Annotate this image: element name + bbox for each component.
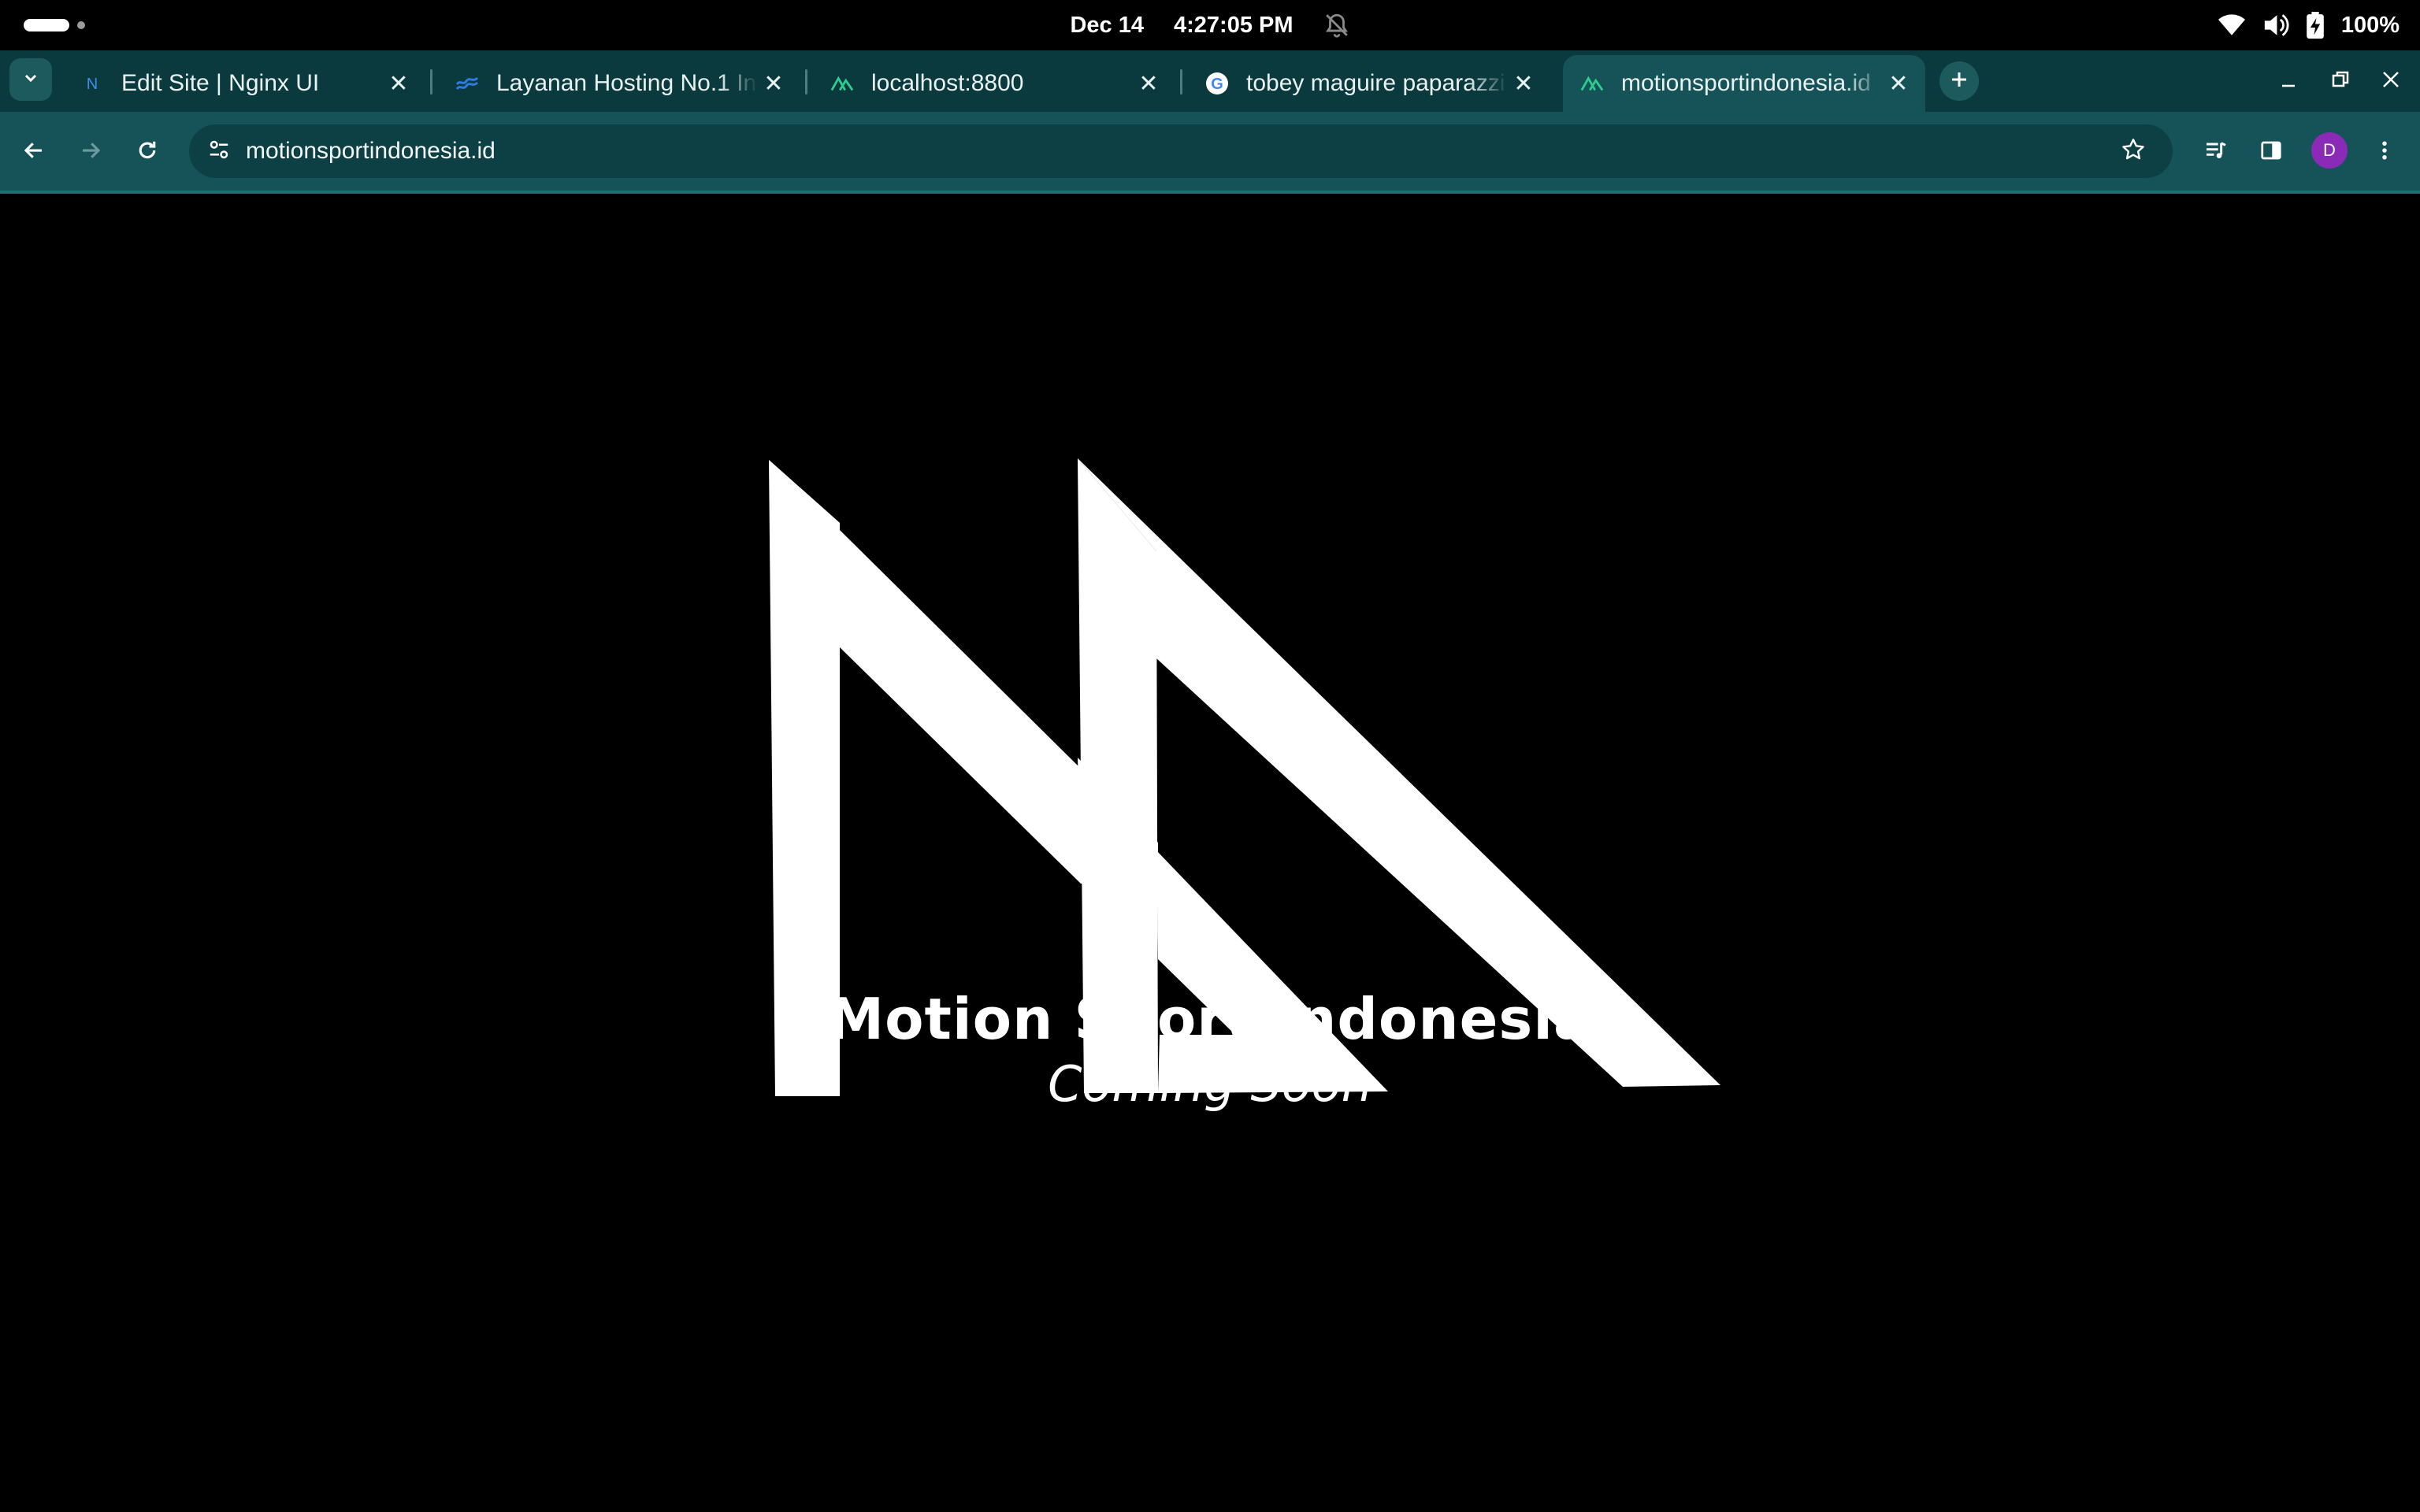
browser-toolbar: motionsportindonesia.id D [0,112,2420,191]
restore-icon [2331,70,2350,93]
bookmark-button[interactable] [2114,132,2152,170]
tab-search-button[interactable] [9,58,52,101]
close-window-button[interactable] [2371,61,2411,101]
google-icon: G [1205,72,1229,95]
close-tab-icon[interactable]: ✕ [383,68,414,99]
queue-music-icon [2203,138,2229,167]
reload-icon [135,139,159,166]
tab-nginx-ui[interactable]: N Edit Site | Nginx UI ✕ [63,55,425,112]
url-text[interactable]: motionsportindonesia.id [246,124,496,178]
tab-title: tobey maguire paparazzi [1246,70,1505,96]
brand-title: Motion Sport Indonesia [827,986,1593,1052]
star-icon [2121,137,2146,166]
new-tab-button[interactable] [1939,61,1979,101]
status-date: Dec 14 [1070,12,1144,38]
tab-title: Layanan Hosting No.1 Indonesia [496,70,758,96]
tab-separator [1180,69,1182,94]
svg-text:N: N [87,76,98,93]
close-icon [2381,70,2400,93]
forward-button[interactable] [69,131,112,173]
wifi-icon [2218,13,2245,37]
media-controls-button[interactable] [2195,131,2237,173]
close-tab-icon[interactable]: ✕ [1508,68,1539,99]
tab-motionsport[interactable]: motionsportindonesia.id ✕ [1563,55,1925,112]
volume-icon [2262,13,2289,38]
plus-icon [1950,70,1969,93]
arrow-right-icon [79,139,102,166]
chevron-down-icon [21,69,40,91]
address-bar[interactable]: motionsportindonesia.id [189,124,2173,178]
restore-button[interactable] [2321,61,2360,101]
tab-separator [430,69,432,94]
tab-title: localhost:8800 [871,70,1024,96]
tab-hosting[interactable]: Layanan Hosting No.1 Indonesia ✕ [438,55,800,112]
close-tab-icon[interactable]: ✕ [758,68,789,99]
more-vertical-icon [2373,139,2396,166]
site-info-button[interactable] [200,132,238,170]
tab-localhost[interactable]: localhost:8800 ✕ [813,55,1175,112]
battery-percentage: 100% [2340,12,2400,38]
status-time: 4:27:05 PM [1174,12,1294,38]
tab-strip: N Edit Site | Nginx UI ✕ Layanan Hosting… [0,50,2420,112]
tab-separator [805,69,807,94]
wave-logo-icon [455,72,479,95]
web-page-content: Motion Sport Indonesia Coming Soon [0,194,2420,1512]
tab-title: Edit Site | Nginx UI [121,70,320,96]
browser-menu-button[interactable] [2363,131,2406,173]
tab-google-search[interactable]: G tobey maguire paparazzi ✕ [1188,55,1550,112]
system-status-bar: Dec 14 4:27:05 PM 100% [0,0,2420,50]
close-tab-icon[interactable]: ✕ [1133,68,1164,99]
coming-soon-text: Coming Soon [1048,1055,1372,1113]
battery-charging-icon [2307,12,2324,39]
tune-icon [207,138,231,165]
mountain-logo-icon [1580,72,1604,95]
mountain-logo-icon [830,72,854,95]
back-button[interactable] [13,131,55,173]
reload-button[interactable] [126,131,169,173]
nginx-n-icon: N [80,72,104,95]
svg-text:G: G [1211,76,1223,93]
minimize-icon [2279,70,2298,93]
tab-title: motionsportindonesia.id [1621,70,1871,96]
side-panel-icon [2259,139,2283,166]
minimize-button[interactable] [2269,61,2308,101]
notifications-muted-icon [1323,12,1350,39]
close-tab-icon[interactable]: ✕ [1883,68,1914,99]
profile-avatar[interactable]: D [2311,132,2348,169]
arrow-left-icon [22,139,46,166]
side-panel-button[interactable] [2250,131,2292,173]
